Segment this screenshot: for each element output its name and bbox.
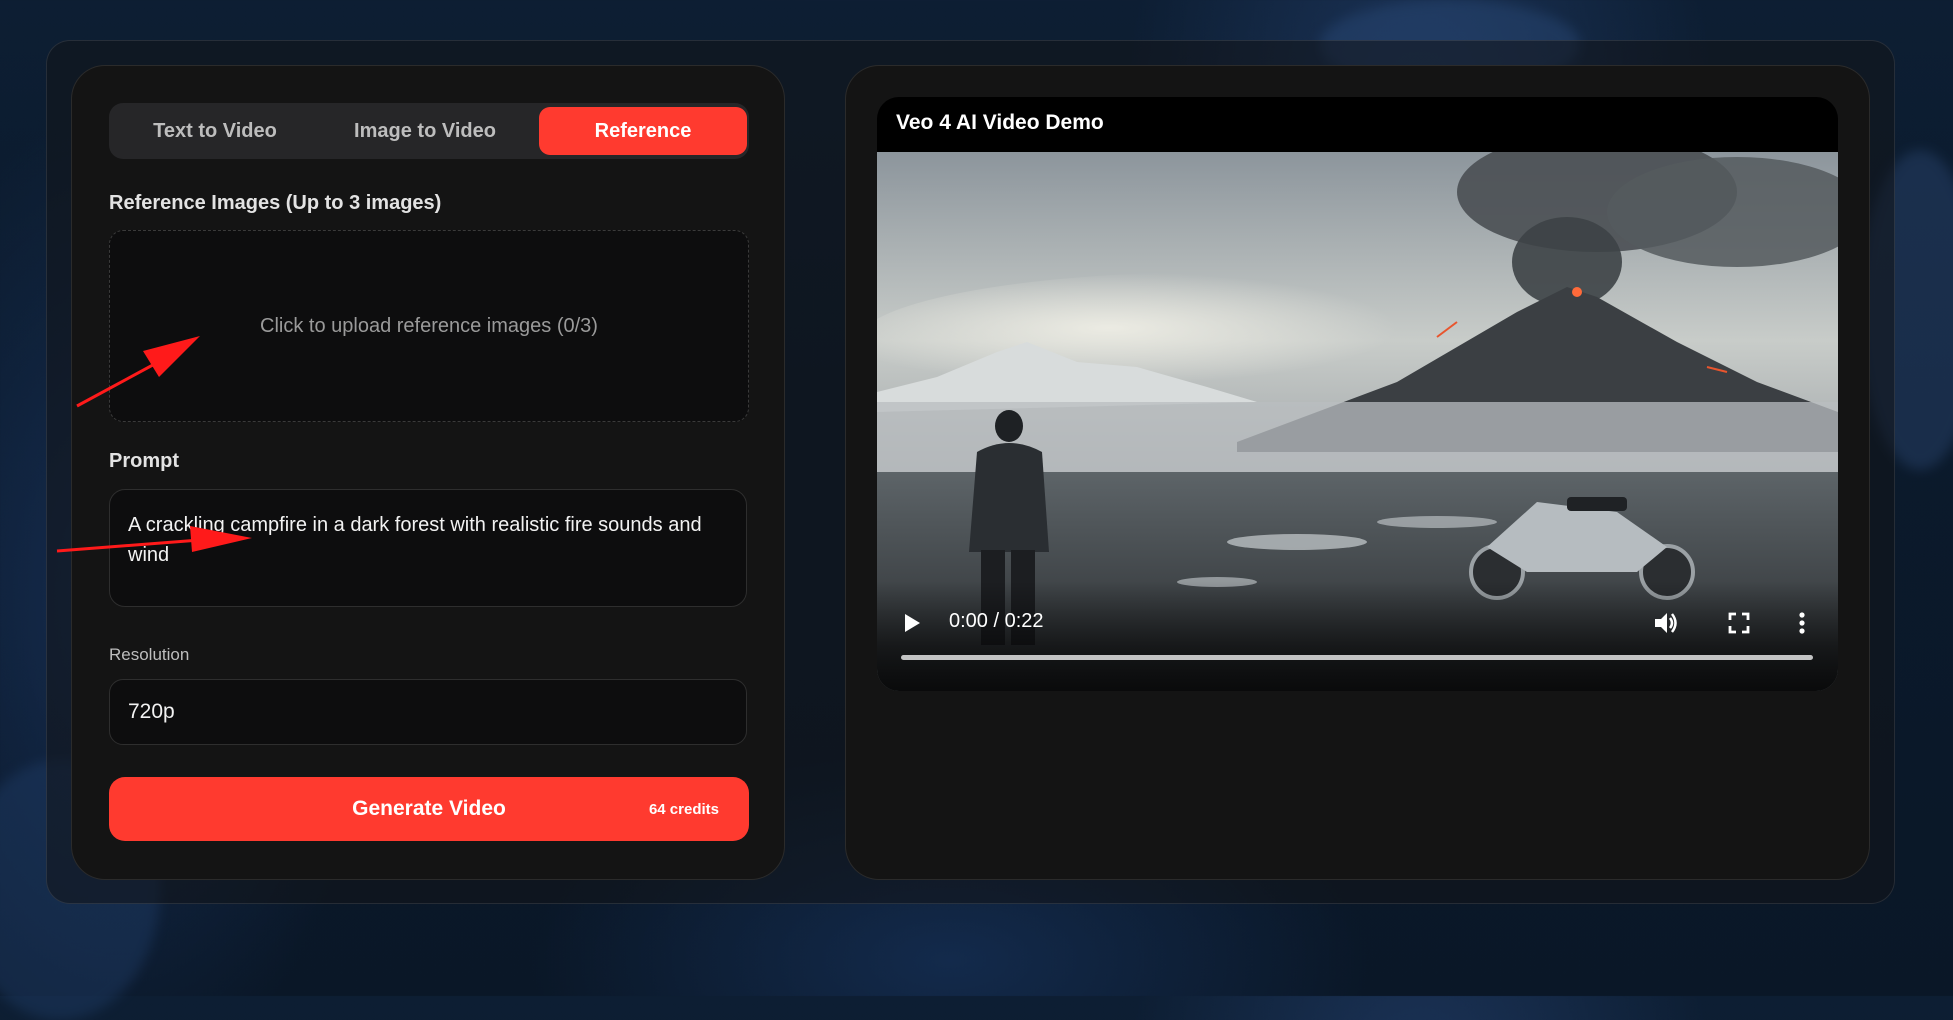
play-icon[interactable] — [903, 613, 921, 633]
resolution-select[interactable]: 720p — [109, 679, 747, 745]
video-title: Veo 4 AI Video Demo — [896, 111, 1104, 134]
more-options-icon[interactable] — [1798, 611, 1806, 635]
tab-reference[interactable]: Reference — [539, 107, 747, 155]
preview-panel: Veo 4 AI Video Demo 0:00 / 0:22 — [845, 65, 1870, 880]
video-player[interactable]: Veo 4 AI Video Demo 0:00 / 0:22 — [877, 97, 1838, 691]
tab-text-to-video[interactable]: Text to Video — [113, 107, 317, 155]
generate-video-button[interactable]: Generate Video 64 credits — [109, 777, 749, 841]
prompt-textarea[interactable]: A crackling campfire in a dark forest wi… — [109, 489, 747, 607]
video-progress-bar[interactable] — [901, 655, 1813, 660]
tab-image-to-video[interactable]: Image to Video — [323, 107, 527, 155]
video-controls: 0:00 / 0:22 — [877, 581, 1838, 691]
reference-images-label: Reference Images (Up to 3 images) — [109, 192, 442, 214]
credits-badge: 64 credits — [648, 800, 719, 818]
fullscreen-icon[interactable] — [1728, 612, 1750, 634]
generator-panel: Text to Video Image to Video Reference R… — [71, 65, 785, 880]
prompt-label: Prompt — [109, 450, 179, 472]
resolution-label: Resolution — [109, 645, 190, 664]
reference-upload-dropzone[interactable]: Click to upload reference images (0/3) — [109, 230, 749, 422]
volume-icon[interactable] — [1653, 611, 1679, 635]
upload-text: Click to upload reference images (0/3) — [260, 314, 598, 337]
mode-tabs: Text to Video Image to Video Reference — [109, 103, 749, 159]
video-time: 0:00 / 0:22 — [949, 610, 1044, 632]
resolution-value: 720p — [128, 700, 175, 723]
